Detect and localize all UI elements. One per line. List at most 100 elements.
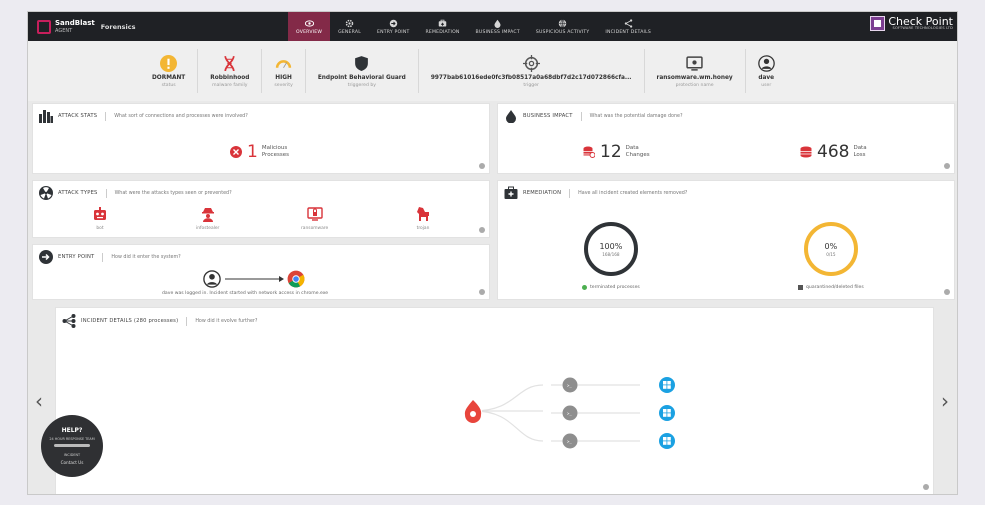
vendor-logo: Check Point SOFTWARE TECHNOLOGIES LTD	[870, 16, 953, 31]
data-changes-stat[interactable]: 12 Data Changes	[583, 142, 650, 162]
quarantined-files-metric[interactable]: 0% 0/15 quarantined/deleted files	[798, 222, 864, 290]
summary-protection-name: ransomware.wm.honey protection name	[645, 49, 746, 93]
summary-value: HIGH	[275, 74, 292, 81]
card-header: REMEDIATION Have all incident created el…	[504, 186, 687, 200]
card-title: ATTACK STATS	[58, 113, 98, 119]
brand-name: SandBlast	[55, 18, 95, 27]
summary-severity: HIGH severity	[262, 49, 306, 93]
tab-label: OVERVIEW	[296, 29, 323, 35]
windows-process-node[interactable]	[659, 433, 675, 449]
help-line: 24 HOUR RESPONSE TEAM	[49, 437, 95, 441]
card-settings-icon[interactable]	[479, 163, 485, 169]
eye-icon	[304, 19, 314, 27]
database-changes-icon	[583, 146, 595, 158]
summary-value: 9977bab61016ede0fc3fb08517a0a68dbf7d2c17…	[430, 74, 632, 81]
svg-text:>_: >_	[567, 411, 572, 416]
card-settings-icon[interactable]	[923, 484, 929, 490]
card-question: What was the potential damage done?	[589, 113, 683, 119]
tab-overview[interactable]: OVERVIEW	[288, 12, 331, 41]
entry-point-card: ENTRY POINT How did it enter the system?…	[32, 244, 490, 300]
malicious-processes-stat[interactable]: 1 Malicious Processes	[230, 142, 289, 162]
quarantined-ring: 0% 0/15	[803, 222, 858, 276]
child-process-node[interactable]: >_	[562, 433, 578, 449]
attack-type-ransomware[interactable]: ransomware	[301, 206, 328, 231]
tab-entry-point[interactable]: ENTRY POINT	[369, 12, 418, 41]
tab-incident-details[interactable]: INCIDENT DETAILS	[597, 12, 659, 41]
quarantined-label: quarantined/deleted files	[806, 285, 864, 290]
entry-flow	[203, 270, 305, 288]
ransomware-icon	[306, 207, 323, 221]
malicious-icon	[230, 146, 242, 158]
data-loss-count: 468	[817, 142, 850, 162]
windows-process-node[interactable]	[659, 377, 675, 393]
root-process-node[interactable]	[464, 400, 482, 423]
terminated-processes-metric[interactable]: 100% 168/168 terminated processes	[582, 222, 640, 290]
child-process-node[interactable]: >_	[562, 377, 578, 393]
bar-chart-icon	[39, 110, 53, 123]
chrome-icon[interactable]	[287, 270, 305, 288]
summary-trigger: 9977bab61016ede0fc3fb08517a0a68dbf7d2c17…	[419, 49, 645, 93]
drop-icon	[506, 110, 516, 123]
card-title: REMEDIATION	[523, 190, 562, 196]
user-icon	[757, 54, 775, 72]
summary-status: DORMANT status	[140, 49, 199, 93]
tab-business-impact[interactable]: BUSINESS IMPACT	[468, 12, 528, 41]
card-question: Have all incident created elements remov…	[578, 190, 688, 196]
globe-icon	[558, 18, 567, 28]
crosshair-icon	[522, 54, 540, 72]
help-badge: INCIDENT	[63, 453, 81, 457]
child-process-node[interactable]: >_	[562, 405, 578, 421]
brand-sub: AGENT	[55, 27, 73, 34]
robot-icon	[94, 207, 106, 220]
summary-user: dave user	[746, 49, 787, 93]
card-settings-icon[interactable]	[479, 227, 485, 233]
warning-icon	[160, 54, 178, 72]
shield-icon	[355, 55, 369, 71]
card-title: BUSINESS IMPACT	[523, 113, 573, 119]
nav-tabs: OVERVIEW GENERAL ENTRY POINT REMEDIATION…	[288, 12, 659, 41]
svg-text:>_: >_	[567, 439, 572, 444]
tree-icon	[624, 18, 632, 28]
tab-general[interactable]: GENERAL	[330, 12, 369, 41]
malicious-count: 1	[247, 142, 258, 162]
user-icon	[203, 270, 221, 288]
app-window: SandBlast AGENT Forensics OVERVIEW GENER…	[27, 11, 958, 495]
summary-value: Robbinhood	[210, 74, 250, 81]
attack-type-label: trojan	[416, 226, 430, 231]
attack-type-trojan[interactable]: trojan	[415, 206, 431, 231]
help-title: HELP?	[61, 427, 83, 434]
next-arrow-icon[interactable]: ›	[941, 389, 949, 413]
summary-triggered-by: Endpoint Behavioral Guard triggered by	[306, 49, 419, 93]
previous-arrow-icon[interactable]: ‹	[35, 389, 43, 413]
stat-desc: Data	[625, 145, 639, 151]
windows-process-node[interactable]	[659, 405, 675, 421]
tab-label: INCIDENT DETAILS	[605, 29, 651, 35]
stat-desc: Loss	[853, 152, 866, 158]
incident-details-panel: INCIDENT DETAILS (280 processes) How did…	[55, 307, 934, 494]
card-settings-icon[interactable]	[944, 163, 950, 169]
tab-label: SUSPICIOUS ACTIVITY	[535, 29, 590, 35]
remediation-icon	[438, 19, 447, 26]
summary-value: DORMANT	[152, 74, 186, 81]
vendor-sub: SOFTWARE TECHNOLOGIES LTD	[892, 25, 953, 30]
drop-icon	[494, 19, 501, 28]
help-button[interactable]: HELP? 24 HOUR RESPONSE TEAM INCIDENT Con…	[41, 415, 103, 477]
terminated-fraction: 168/168	[602, 251, 620, 257]
summary-label: triggered by	[347, 82, 376, 88]
card-header: ATTACK STATS What sort of connections an…	[39, 109, 248, 123]
card-settings-icon[interactable]	[944, 289, 950, 295]
attack-type-infostealer[interactable]: infostealer	[196, 206, 219, 231]
attack-type-bot[interactable]: bot	[92, 206, 108, 231]
summary-value: Endpoint Behavioral Guard	[317, 74, 406, 81]
stat-desc: Changes	[625, 152, 650, 158]
terminated-percent: 100%	[599, 241, 623, 251]
terminated-processes-icon	[582, 285, 587, 290]
card-settings-icon[interactable]	[479, 289, 485, 295]
tab-remediation[interactable]: REMEDIATION	[417, 12, 467, 41]
card-question: What sort of connections and processes w…	[114, 113, 248, 119]
entry-icon	[39, 250, 53, 264]
card-header: BUSINESS IMPACT What was the potential d…	[504, 109, 683, 123]
stat-desc: Data	[853, 145, 867, 151]
tab-suspicious-activity[interactable]: SUSPICIOUS ACTIVITY	[528, 12, 598, 41]
data-loss-stat[interactable]: 468 Data Loss	[800, 142, 867, 162]
